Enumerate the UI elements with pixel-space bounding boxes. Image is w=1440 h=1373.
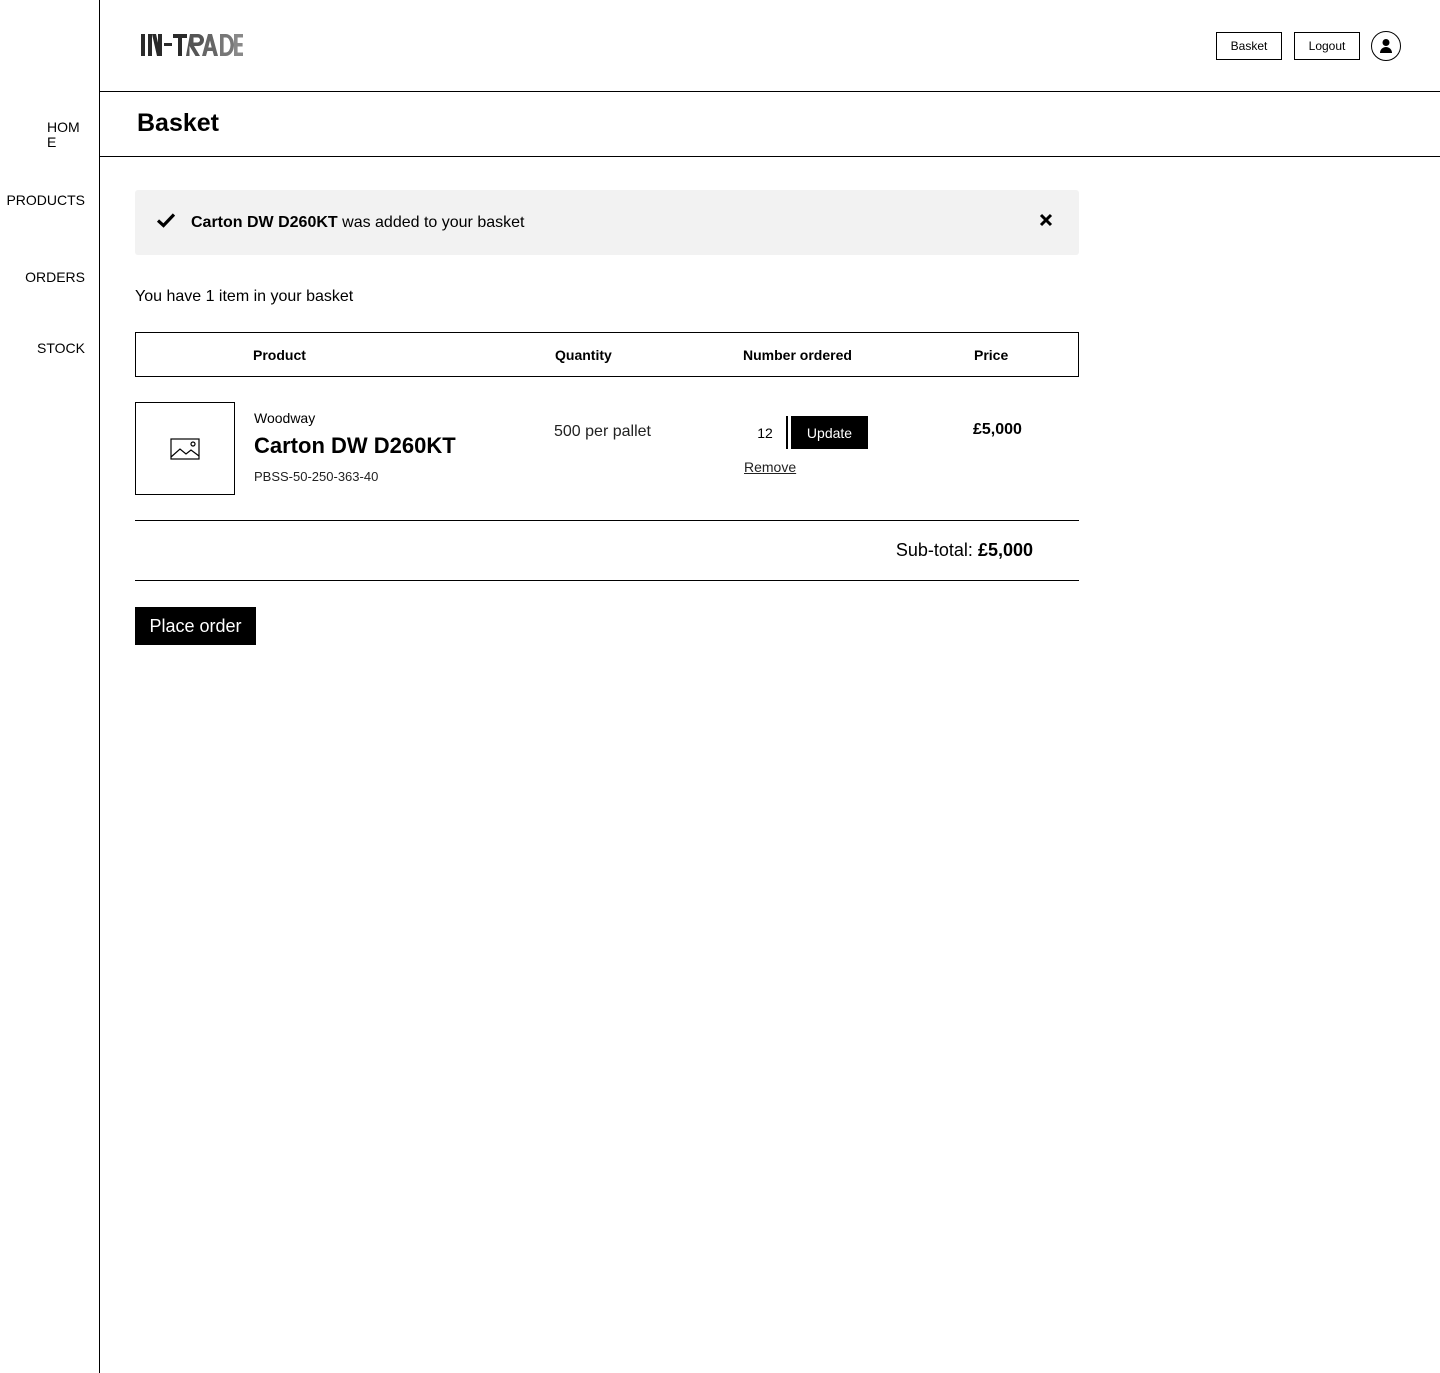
sidebar-item-products[interactable]: PRODUCTS xyxy=(6,193,85,208)
column-header-number-ordered: Number ordered xyxy=(743,347,852,363)
subtotal-value: £5,000 xyxy=(977,540,1033,560)
basket-count-text: You have 1 item in your basket xyxy=(135,288,354,305)
basket-button[interactable]: Basket xyxy=(1216,32,1282,60)
product-thumbnail[interactable] xyxy=(135,402,235,495)
check-icon xyxy=(156,212,176,233)
user-icon xyxy=(1380,39,1392,53)
product-sku: PBSS-50-250-363-40 xyxy=(254,469,379,484)
notice-text: was added to your basket xyxy=(337,214,525,231)
product-quantity: 500 per pallet xyxy=(554,423,651,440)
image-placeholder-icon xyxy=(170,437,200,460)
update-button[interactable]: Update xyxy=(791,416,868,449)
sidebar-item-home[interactable]: HOME xyxy=(47,120,81,150)
divider xyxy=(135,520,1079,521)
title-bar: Basket xyxy=(100,92,1440,157)
sidebar-item-orders[interactable]: ORDERS xyxy=(25,270,85,285)
remove-link[interactable]: Remove xyxy=(744,459,796,475)
top-header: Basket Logout xyxy=(100,0,1440,92)
logo[interactable] xyxy=(140,31,244,59)
product-price: £5,000 xyxy=(973,421,1022,438)
column-header-price: Price xyxy=(974,347,1009,363)
product-name[interactable]: Carton DW D260KT xyxy=(254,433,456,459)
added-to-basket-notice: Carton DW D260KT was added to your baske… xyxy=(135,190,1079,255)
avatar[interactable] xyxy=(1371,31,1401,61)
logout-button[interactable]: Logout xyxy=(1294,32,1360,60)
divider xyxy=(135,580,1079,581)
column-header-product: Product xyxy=(253,347,306,363)
sidebar-item-stock[interactable]: STOCK xyxy=(37,341,85,356)
page-title: Basket xyxy=(137,109,219,137)
basket-table-header: Product Quantity Number ordered Price xyxy=(135,332,1079,377)
subtotal: Sub-total: £5,000 xyxy=(896,540,1033,561)
in-trade-logo xyxy=(141,34,243,56)
column-header-quantity: Quantity xyxy=(555,347,612,363)
number-ordered-input[interactable] xyxy=(744,416,788,449)
close-icon[interactable] xyxy=(1039,213,1053,232)
place-order-button[interactable]: Place order xyxy=(135,607,256,645)
product-brand: Woodway xyxy=(254,410,316,426)
subtotal-label: Sub-total: xyxy=(895,540,978,560)
notice-message: Carton DW D260KT was added to your baske… xyxy=(191,214,524,232)
notice-product: Carton DW D260KT xyxy=(191,214,338,231)
sidebar: HOME PRODUCTS ORDERS STOCK xyxy=(0,0,100,1373)
